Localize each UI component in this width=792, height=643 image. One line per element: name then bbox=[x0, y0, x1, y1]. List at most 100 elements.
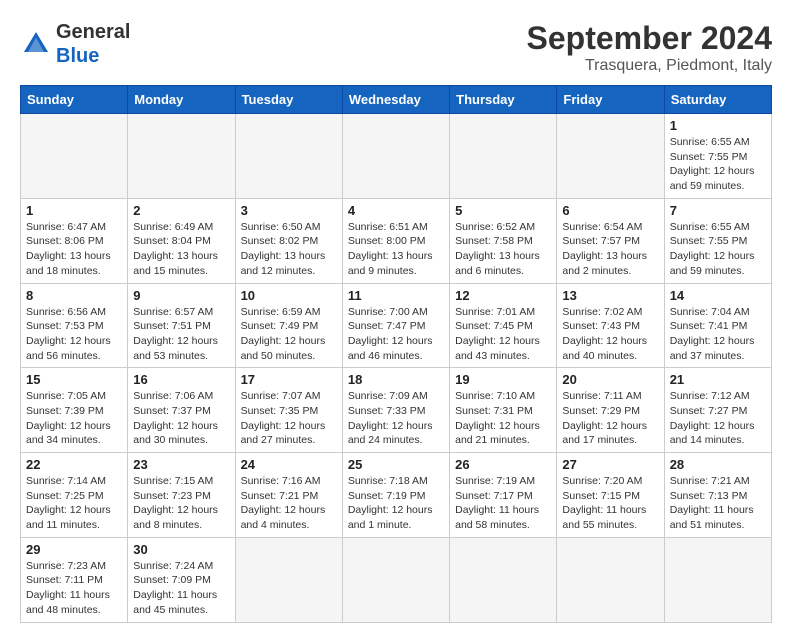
day-number: 6 bbox=[562, 203, 658, 218]
day-number: 8 bbox=[26, 288, 122, 303]
day-info: Sunrise: 7:14 AM Sunset: 7:25 PM Dayligh… bbox=[26, 474, 122, 533]
day-number: 25 bbox=[348, 457, 444, 472]
header-cell-sunday: Sunday bbox=[21, 86, 128, 114]
logo-icon bbox=[20, 28, 52, 60]
calendar-cell: 20 Sunrise: 7:11 AM Sunset: 7:29 PM Dayl… bbox=[557, 368, 664, 453]
day-info: Sunrise: 6:56 AM Sunset: 7:53 PM Dayligh… bbox=[26, 305, 122, 364]
day-info: Sunrise: 6:52 AM Sunset: 7:58 PM Dayligh… bbox=[455, 220, 551, 279]
calendar-header: SundayMondayTuesdayWednesdayThursdayFrid… bbox=[21, 86, 772, 114]
calendar-cell bbox=[557, 114, 664, 199]
calendar-week-0: 1 Sunrise: 6:55 AM Sunset: 7:55 PM Dayli… bbox=[21, 114, 772, 199]
day-info: Sunrise: 7:11 AM Sunset: 7:29 PM Dayligh… bbox=[562, 389, 658, 448]
day-number: 5 bbox=[455, 203, 551, 218]
day-info: Sunrise: 7:18 AM Sunset: 7:19 PM Dayligh… bbox=[348, 474, 444, 533]
day-info: Sunrise: 7:06 AM Sunset: 7:37 PM Dayligh… bbox=[133, 389, 229, 448]
calendar-cell: 3 Sunrise: 6:50 AM Sunset: 8:02 PM Dayli… bbox=[235, 198, 342, 283]
day-info: Sunrise: 6:54 AM Sunset: 7:57 PM Dayligh… bbox=[562, 220, 658, 279]
day-info: Sunrise: 7:00 AM Sunset: 7:47 PM Dayligh… bbox=[348, 305, 444, 364]
day-info: Sunrise: 6:49 AM Sunset: 8:04 PM Dayligh… bbox=[133, 220, 229, 279]
day-number: 24 bbox=[241, 457, 337, 472]
calendar-cell: 1 Sunrise: 6:47 AM Sunset: 8:06 PM Dayli… bbox=[21, 198, 128, 283]
header-cell-thursday: Thursday bbox=[450, 86, 557, 114]
day-info: Sunrise: 7:07 AM Sunset: 7:35 PM Dayligh… bbox=[241, 389, 337, 448]
page-header: General Blue September 2024 Trasquera, P… bbox=[20, 20, 772, 75]
day-info: Sunrise: 7:10 AM Sunset: 7:31 PM Dayligh… bbox=[455, 389, 551, 448]
day-number: 22 bbox=[26, 457, 122, 472]
calendar-cell bbox=[235, 537, 342, 622]
logo-text: General Blue bbox=[56, 20, 130, 68]
calendar-cell: 9 Sunrise: 6:57 AM Sunset: 7:51 PM Dayli… bbox=[128, 283, 235, 368]
day-info: Sunrise: 6:59 AM Sunset: 7:49 PM Dayligh… bbox=[241, 305, 337, 364]
calendar-cell: 18 Sunrise: 7:09 AM Sunset: 7:33 PM Dayl… bbox=[342, 368, 449, 453]
day-number: 28 bbox=[670, 457, 766, 472]
calendar-cell: 13 Sunrise: 7:02 AM Sunset: 7:43 PM Dayl… bbox=[557, 283, 664, 368]
day-info: Sunrise: 7:12 AM Sunset: 7:27 PM Dayligh… bbox=[670, 389, 766, 448]
day-info: Sunrise: 6:50 AM Sunset: 8:02 PM Dayligh… bbox=[241, 220, 337, 279]
calendar-cell bbox=[450, 114, 557, 199]
calendar-cell: 16 Sunrise: 7:06 AM Sunset: 7:37 PM Dayl… bbox=[128, 368, 235, 453]
calendar-cell bbox=[128, 114, 235, 199]
calendar-body: 1 Sunrise: 6:55 AM Sunset: 7:55 PM Dayli… bbox=[21, 114, 772, 623]
title-block: September 2024 Trasquera, Piedmont, Ital… bbox=[527, 20, 772, 75]
calendar-cell: 21 Sunrise: 7:12 AM Sunset: 7:27 PM Dayl… bbox=[664, 368, 771, 453]
calendar-cell: 4 Sunrise: 6:51 AM Sunset: 8:00 PM Dayli… bbox=[342, 198, 449, 283]
calendar-cell: 29 Sunrise: 7:23 AM Sunset: 7:11 PM Dayl… bbox=[21, 537, 128, 622]
day-number: 1 bbox=[26, 203, 122, 218]
day-info: Sunrise: 7:09 AM Sunset: 7:33 PM Dayligh… bbox=[348, 389, 444, 448]
day-number: 1 bbox=[670, 118, 766, 133]
calendar-cell: 30 Sunrise: 7:24 AM Sunset: 7:09 PM Dayl… bbox=[128, 537, 235, 622]
day-info: Sunrise: 7:05 AM Sunset: 7:39 PM Dayligh… bbox=[26, 389, 122, 448]
day-info: Sunrise: 6:51 AM Sunset: 8:00 PM Dayligh… bbox=[348, 220, 444, 279]
logo: General Blue bbox=[20, 20, 130, 68]
day-number: 27 bbox=[562, 457, 658, 472]
calendar-week-5: 29 Sunrise: 7:23 AM Sunset: 7:11 PM Dayl… bbox=[21, 537, 772, 622]
calendar-cell: 23 Sunrise: 7:15 AM Sunset: 7:23 PM Dayl… bbox=[128, 453, 235, 538]
day-info: Sunrise: 6:55 AM Sunset: 7:55 PM Dayligh… bbox=[670, 135, 766, 194]
day-number: 21 bbox=[670, 372, 766, 387]
day-number: 13 bbox=[562, 288, 658, 303]
calendar-table: SundayMondayTuesdayWednesdayThursdayFrid… bbox=[20, 85, 772, 623]
header-cell-tuesday: Tuesday bbox=[235, 86, 342, 114]
day-number: 16 bbox=[133, 372, 229, 387]
calendar-cell: 26 Sunrise: 7:19 AM Sunset: 7:17 PM Dayl… bbox=[450, 453, 557, 538]
header-cell-wednesday: Wednesday bbox=[342, 86, 449, 114]
day-info: Sunrise: 6:55 AM Sunset: 7:55 PM Dayligh… bbox=[670, 220, 766, 279]
calendar-cell: 17 Sunrise: 7:07 AM Sunset: 7:35 PM Dayl… bbox=[235, 368, 342, 453]
day-info: Sunrise: 7:23 AM Sunset: 7:11 PM Dayligh… bbox=[26, 559, 122, 618]
day-info: Sunrise: 7:24 AM Sunset: 7:09 PM Dayligh… bbox=[133, 559, 229, 618]
header-cell-friday: Friday bbox=[557, 86, 664, 114]
calendar-cell: 7 Sunrise: 6:55 AM Sunset: 7:55 PM Dayli… bbox=[664, 198, 771, 283]
header-cell-saturday: Saturday bbox=[664, 86, 771, 114]
day-info: Sunrise: 7:02 AM Sunset: 7:43 PM Dayligh… bbox=[562, 305, 658, 364]
calendar-cell bbox=[664, 537, 771, 622]
day-info: Sunrise: 6:57 AM Sunset: 7:51 PM Dayligh… bbox=[133, 305, 229, 364]
calendar-cell: 15 Sunrise: 7:05 AM Sunset: 7:39 PM Dayl… bbox=[21, 368, 128, 453]
day-number: 3 bbox=[241, 203, 337, 218]
calendar-cell bbox=[557, 537, 664, 622]
day-number: 7 bbox=[670, 203, 766, 218]
calendar-cell: 10 Sunrise: 6:59 AM Sunset: 7:49 PM Dayl… bbox=[235, 283, 342, 368]
day-info: Sunrise: 7:15 AM Sunset: 7:23 PM Dayligh… bbox=[133, 474, 229, 533]
calendar-cell: 27 Sunrise: 7:20 AM Sunset: 7:15 PM Dayl… bbox=[557, 453, 664, 538]
calendar-cell: 14 Sunrise: 7:04 AM Sunset: 7:41 PM Dayl… bbox=[664, 283, 771, 368]
day-number: 9 bbox=[133, 288, 229, 303]
calendar-cell: 22 Sunrise: 7:14 AM Sunset: 7:25 PM Dayl… bbox=[21, 453, 128, 538]
day-number: 23 bbox=[133, 457, 229, 472]
day-number: 29 bbox=[26, 542, 122, 557]
calendar-cell bbox=[21, 114, 128, 199]
day-number: 17 bbox=[241, 372, 337, 387]
day-number: 12 bbox=[455, 288, 551, 303]
day-number: 2 bbox=[133, 203, 229, 218]
header-row: SundayMondayTuesdayWednesdayThursdayFrid… bbox=[21, 86, 772, 114]
calendar-cell: 28 Sunrise: 7:21 AM Sunset: 7:13 PM Dayl… bbox=[664, 453, 771, 538]
calendar-cell: 19 Sunrise: 7:10 AM Sunset: 7:31 PM Dayl… bbox=[450, 368, 557, 453]
calendar-cell bbox=[235, 114, 342, 199]
header-cell-monday: Monday bbox=[128, 86, 235, 114]
day-info: Sunrise: 7:20 AM Sunset: 7:15 PM Dayligh… bbox=[562, 474, 658, 533]
day-info: Sunrise: 7:21 AM Sunset: 7:13 PM Dayligh… bbox=[670, 474, 766, 533]
location: Trasquera, Piedmont, Italy bbox=[527, 57, 772, 75]
day-number: 14 bbox=[670, 288, 766, 303]
day-number: 30 bbox=[133, 542, 229, 557]
calendar-cell bbox=[342, 114, 449, 199]
calendar-cell: 2 Sunrise: 6:49 AM Sunset: 8:04 PM Dayli… bbox=[128, 198, 235, 283]
